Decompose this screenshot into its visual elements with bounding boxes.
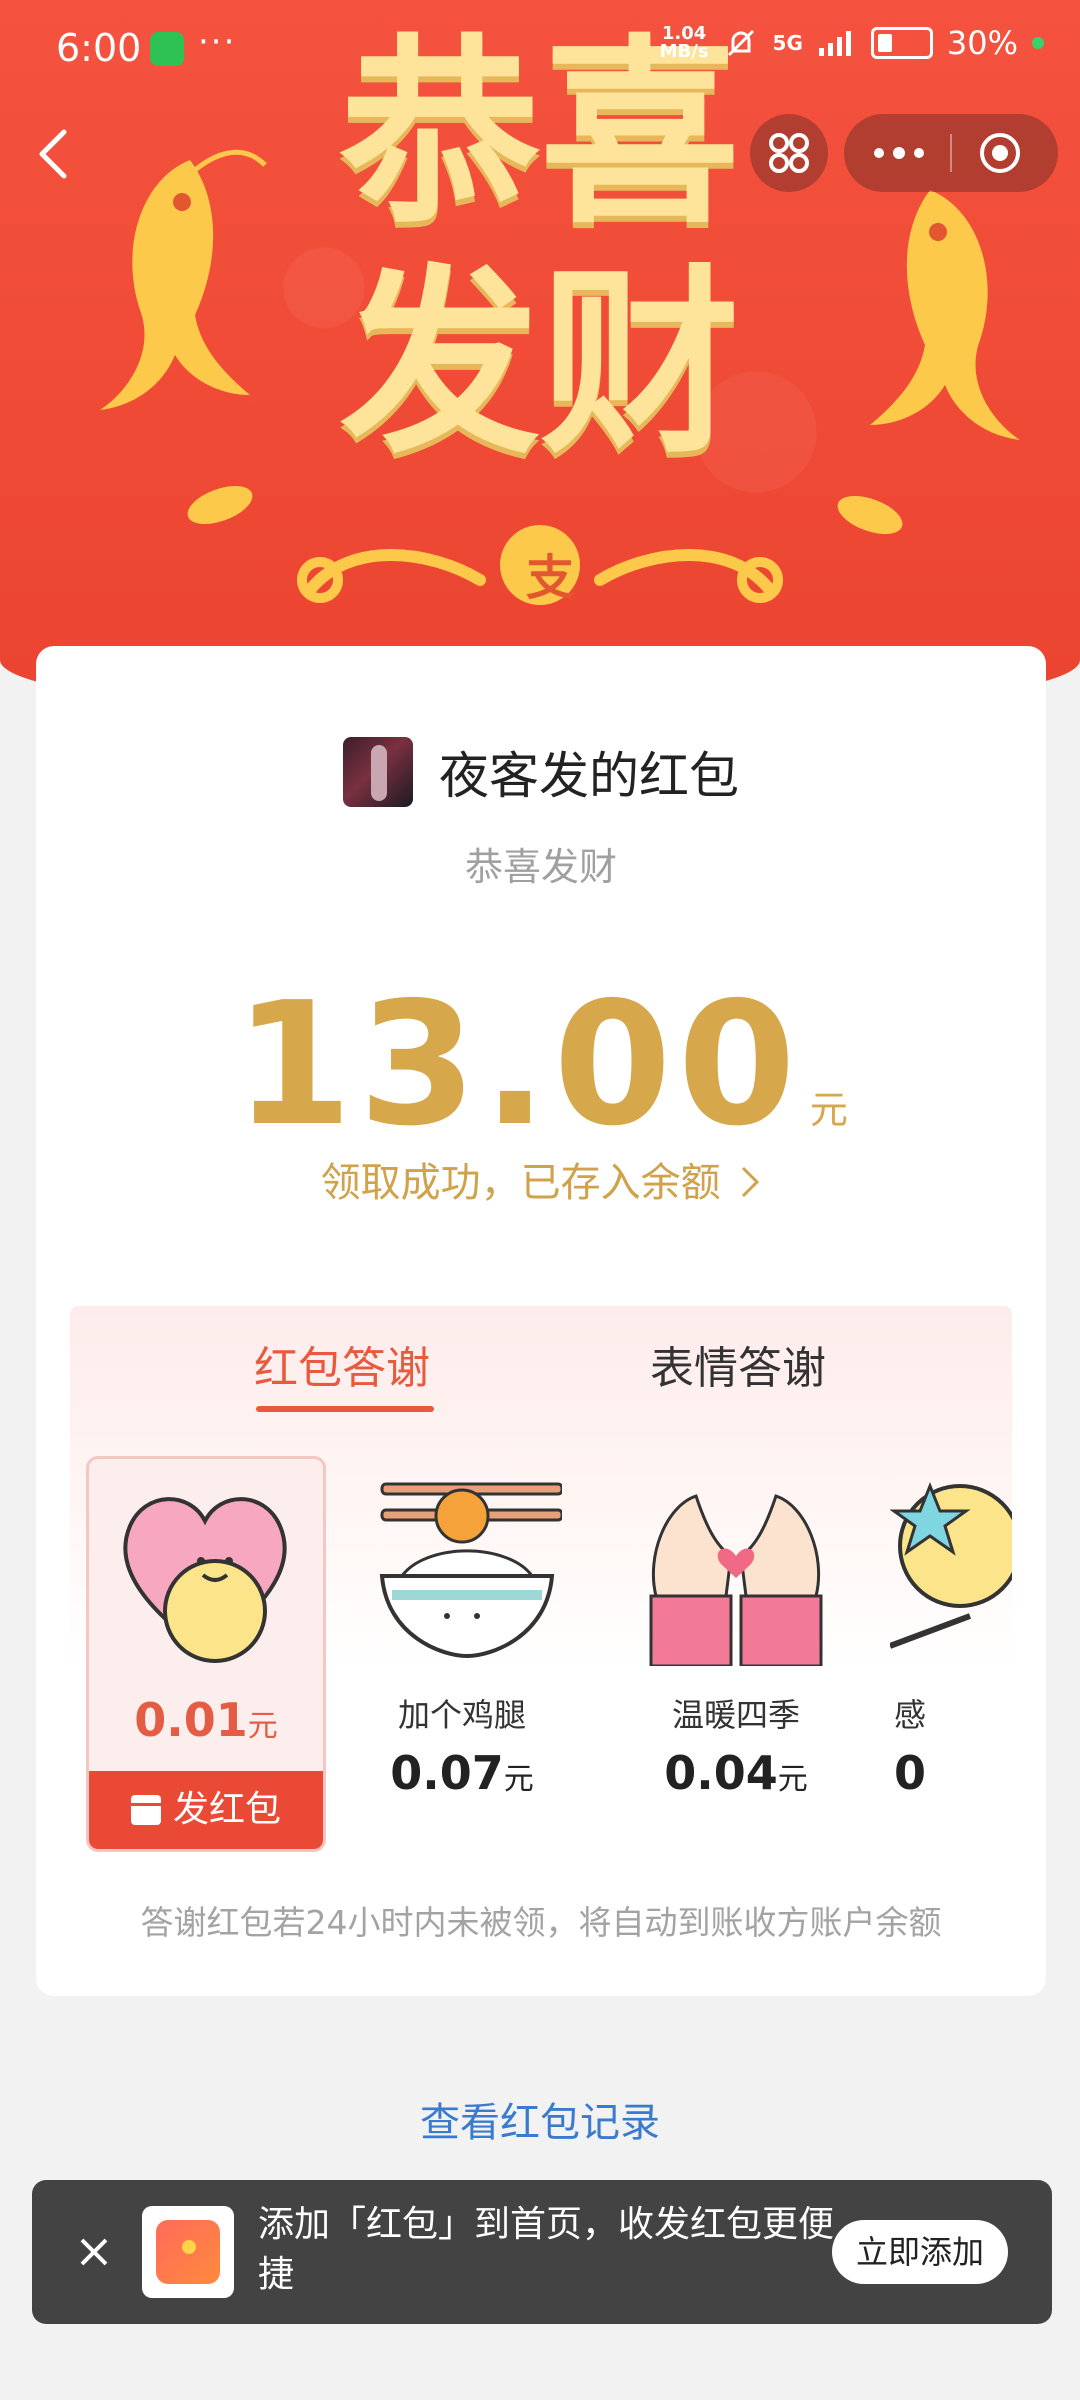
scan-button[interactable]	[750, 114, 828, 192]
more-options-icon[interactable]	[864, 133, 934, 173]
tab-gift-thanks[interactable]: 红包答谢	[254, 1332, 430, 1396]
sender-avatar[interactable]	[343, 737, 413, 807]
alipay-badge: 支	[525, 550, 574, 606]
gift-price: 0.04元	[616, 1746, 856, 1800]
gift-option[interactable]: 感 0	[890, 1456, 1012, 1846]
gift-price-value: 0.07	[390, 1746, 504, 1800]
scan-icon	[769, 133, 809, 173]
gold-coin-right-icon	[837, 495, 903, 535]
mini-program-capsule	[844, 114, 1058, 192]
gift-price-value: 0.04	[664, 1746, 778, 1800]
add-to-home-toast: 添加「红包」到首页，收发红包更便捷 立即添加	[32, 2180, 1052, 2324]
status-bar: 6:00 ··· 1.04 MB/s 5G 30%	[0, 0, 1080, 96]
gift-price: 0.01元	[89, 1693, 323, 1747]
gift-option-selected[interactable]: 0.01元 发红包	[86, 1456, 326, 1852]
back-arrow-icon[interactable]	[30, 124, 80, 184]
gift-price: 0.07元	[342, 1746, 582, 1800]
gift-label: 感	[894, 1696, 927, 1734]
gift-option[interactable]: 温暖四季 0.04元	[616, 1456, 856, 1846]
amount-unit: 元	[809, 1088, 848, 1132]
gift-price-value: 0.01	[134, 1693, 248, 1747]
received-balance-link[interactable]: 领取成功，已存入余额	[36, 1150, 1046, 1208]
privacy-indicator-icon	[1032, 37, 1044, 49]
red-envelope-banner: 恭喜 发财 支	[0, 0, 1080, 720]
gift-price-unit: 元	[777, 1762, 808, 1797]
amount-row: 13.00 元	[36, 966, 1046, 1164]
gift-option[interactable]: 加个鸡腿 0.07元	[342, 1456, 582, 1846]
view-records-link[interactable]: 查看红包记录	[0, 2090, 1080, 2148]
banner-title-line2: 发财	[339, 248, 740, 481]
gift-price-value: 0	[894, 1746, 927, 1800]
koi-fish-right-icon	[870, 190, 1020, 440]
gift-price-unit: 元	[503, 1762, 534, 1797]
thanks-panel: 红包答谢 表情答谢 0.01元 发红包 加个鸡腿 0.07元 温暖四季 0.04…	[70, 1306, 1012, 1866]
gift-label: 温暖四季	[671, 1696, 800, 1734]
gift-label: 加个鸡腿	[397, 1696, 526, 1734]
received-text: 领取成功，已存入余额	[320, 1160, 721, 1206]
envelope-detail-card: 夜客发的红包 恭喜发财 13.00元 领取成功，已存入余额 红包答谢 表情答谢	[36, 646, 1046, 1996]
thanks-note: 答谢红包若24小时内未被领，将自动到账收方账户余额	[140, 1903, 942, 1942]
red-envelope-app-icon	[142, 2206, 234, 2298]
greeting-text: 恭喜发财	[464, 845, 617, 889]
status-time: 6:00	[56, 26, 142, 70]
gold-coin-left-icon	[187, 485, 253, 525]
active-tab-indicator	[256, 1406, 434, 1412]
toast-message: 添加「红包」到首页，收发红包更便捷	[258, 2204, 835, 2295]
close-mini-program-icon[interactable]	[978, 131, 1022, 175]
wechat-notification-icon	[150, 32, 184, 66]
battery-level: 30%	[946, 24, 1018, 62]
gift-options-row: 0.01元 发红包 加个鸡腿 0.07元 温暖四季 0.04元 感 0	[70, 1456, 1012, 1856]
signal-icon	[818, 31, 851, 56]
chevron-right-icon	[742, 1166, 760, 1198]
sender-header: 夜客发的红包	[36, 736, 1046, 811]
envelope-icon	[130, 1795, 161, 1825]
amount-value: 13.00	[234, 966, 802, 1164]
rice-bowl-drumstick-icon	[379, 1482, 562, 1659]
koi-fish-left-icon	[100, 149, 267, 410]
close-icon[interactable]	[70, 2228, 118, 2276]
more-notifications-icon: ···	[198, 22, 237, 62]
battery-icon	[870, 27, 933, 59]
star-sticker-icon	[890, 1481, 1012, 1649]
tab-emoji-thanks[interactable]: 表情答谢	[650, 1332, 826, 1396]
sender-name: 夜客发的红包	[439, 747, 739, 805]
add-now-button[interactable]: 立即添加	[832, 2220, 1008, 2284]
network-type: 5G	[772, 31, 803, 55]
gift-price-unit: 元	[247, 1709, 278, 1744]
heart-hug-icon	[123, 1497, 287, 1663]
gift-price: 0	[894, 1746, 1012, 1800]
capsule-divider	[950, 134, 952, 172]
network-speed-unit: MB/s	[659, 41, 709, 62]
heart-hands-icon	[649, 1494, 823, 1666]
send-thanks-envelope-button[interactable]: 发红包	[89, 1771, 323, 1849]
mute-bell-icon	[727, 29, 754, 57]
send-button-label: 发红包	[172, 1789, 281, 1830]
network-speed: 1.04 MB/s	[660, 25, 709, 61]
